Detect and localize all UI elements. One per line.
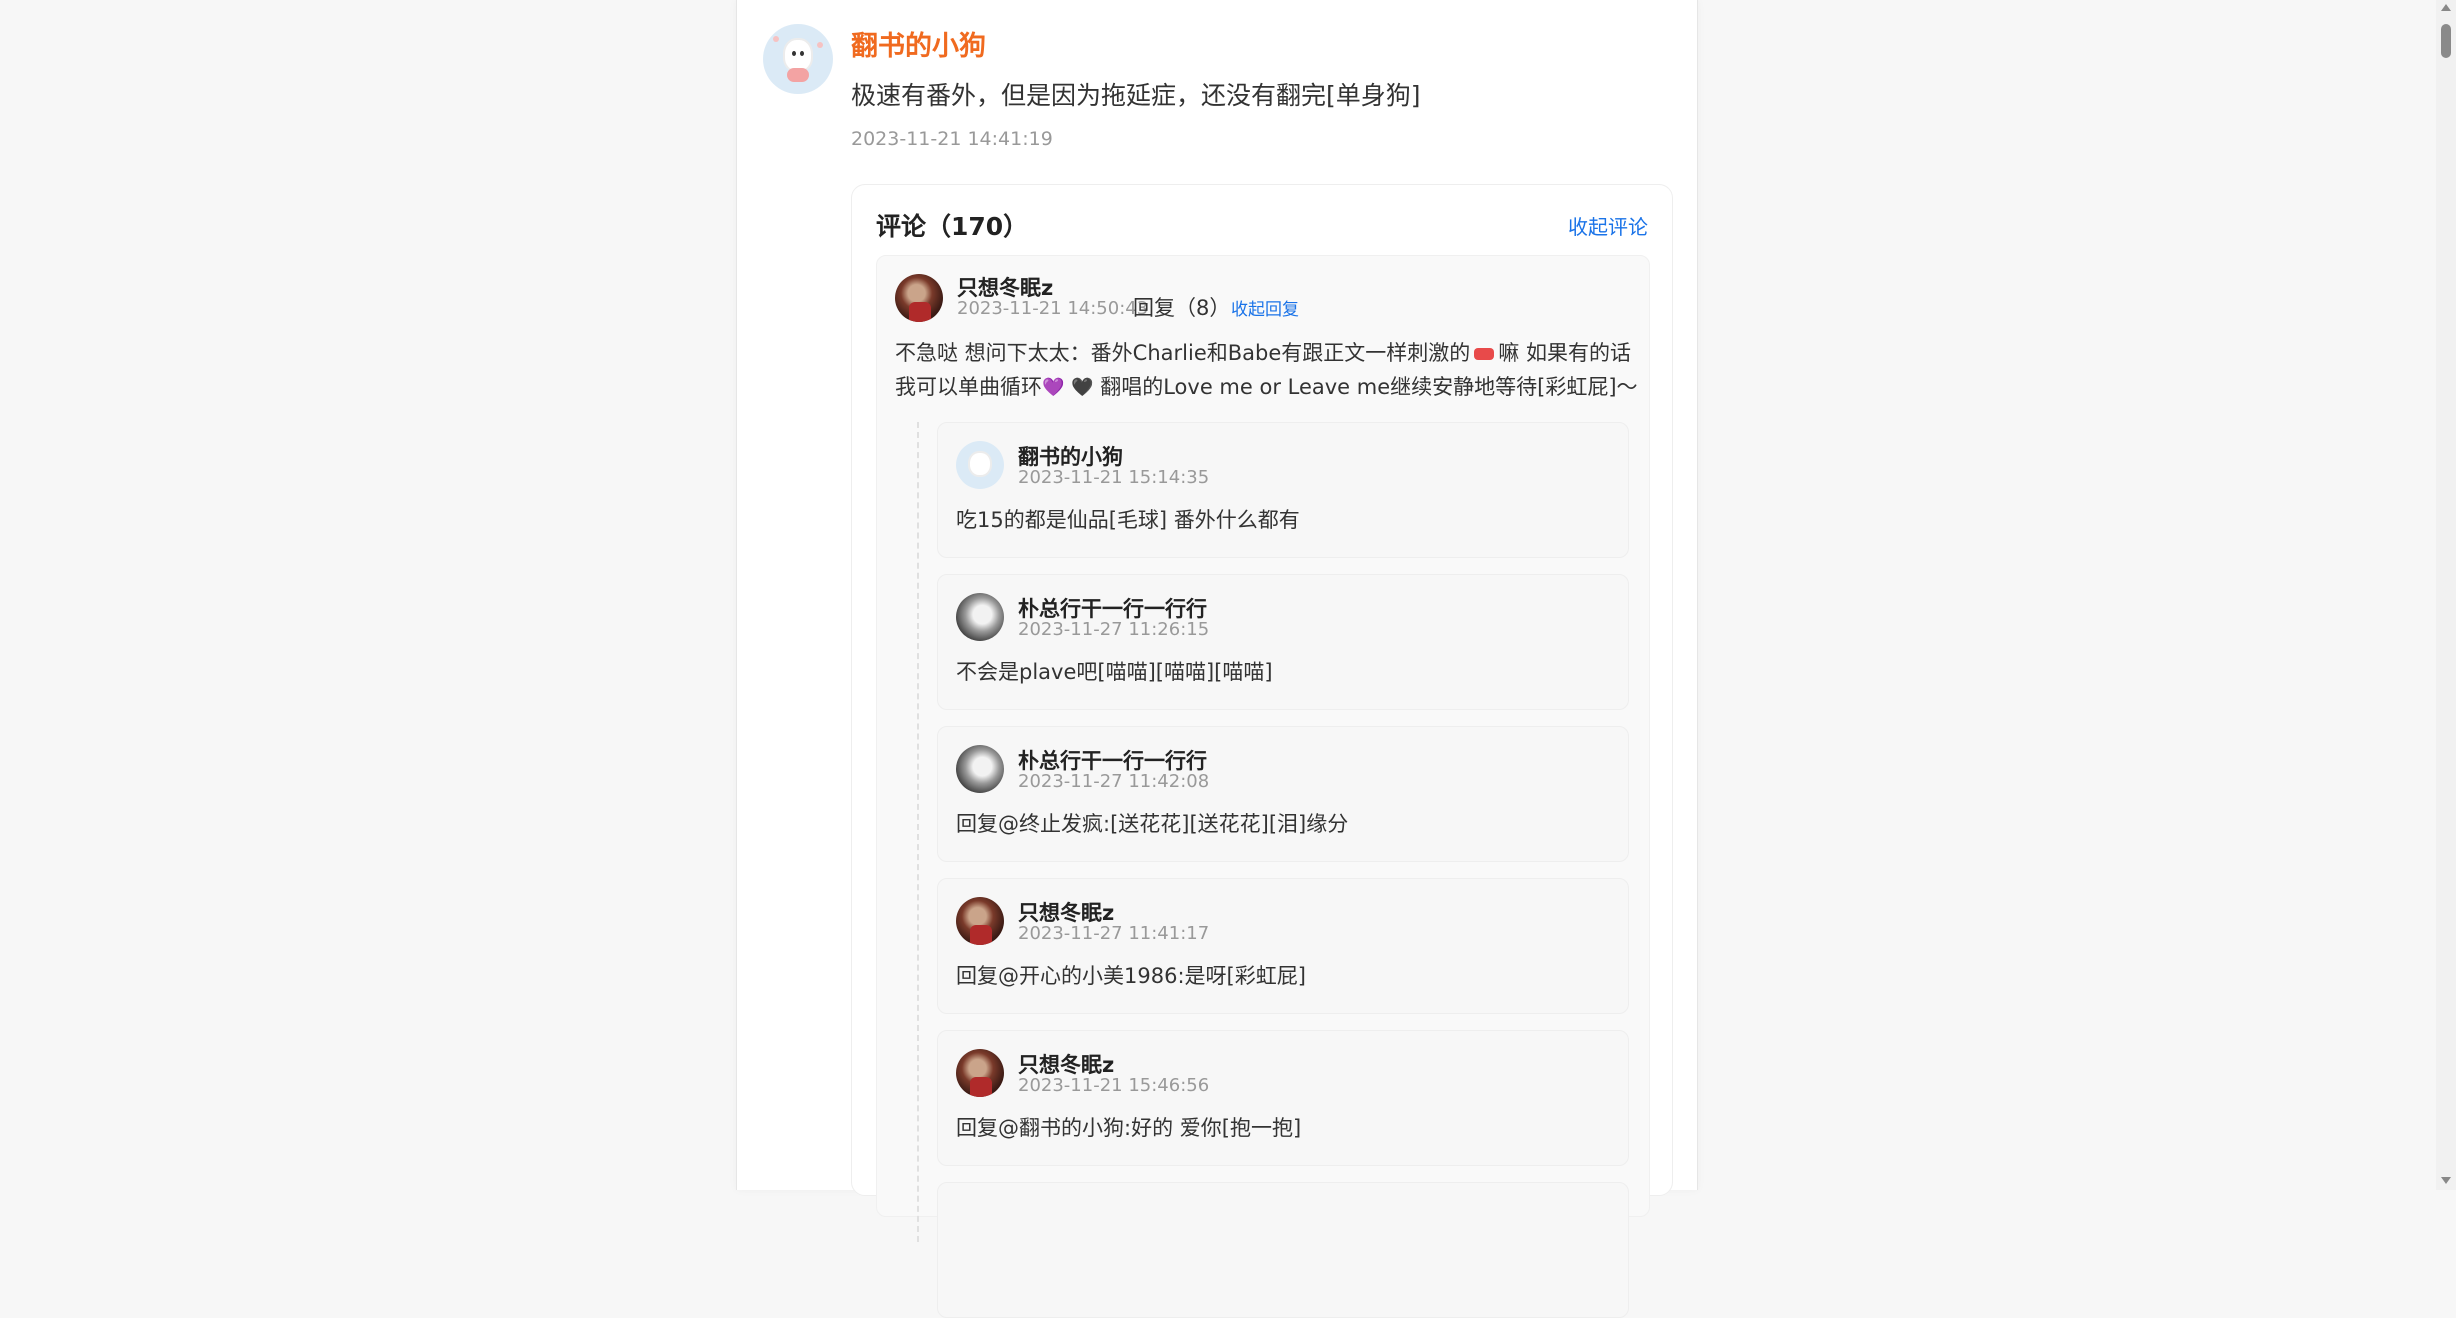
comment-timestamp: 2023-11-21 14:50:43 — [957, 298, 1149, 319]
reply-timestamp: 2023-11-27 11:41:17 — [1018, 923, 1210, 944]
puppy-icon — [785, 40, 811, 70]
reply-text: 回复@翻书的小狗:好的 爱你[抱一抱] — [956, 1116, 1302, 1140]
reply-text: 不会是plave吧[喵喵][喵喵][喵喵] — [956, 660, 1273, 684]
reply-list: 翻书的小狗 2023-11-21 15:14:35 吃15的都是仙品[毛球] 番… — [917, 422, 1629, 1318]
post-author-name[interactable]: 翻书的小狗 — [851, 24, 986, 63]
scroll-down-arrow-icon[interactable] — [2441, 1177, 2451, 1184]
collapse-comments-link[interactable]: 收起评论 — [1568, 211, 1648, 240]
comment-text-part: 翻唱的Love me or Leave me继续安静地等待[彩虹屁]～ — [1100, 375, 1638, 399]
sparkle-icon — [773, 36, 779, 42]
reply-timestamp: 2023-11-27 11:26:15 — [1018, 619, 1210, 640]
eye-icon — [800, 51, 804, 56]
comment-text-part: 嘛 如果有的话 — [1498, 341, 1631, 365]
comment-text-part: 不急哒 想问下太太：番外Charlie和Babe有跟正文一样刺激的 — [895, 341, 1471, 365]
reply-item — [937, 1182, 1629, 1318]
reply-timestamp: 2023-11-21 15:14:35 — [1018, 467, 1210, 488]
reply-avatar[interactable] — [956, 593, 1004, 641]
reply-item: 朴总行干一行一行行 2023-11-27 11:42:08 回复@终止发疯:[送… — [937, 726, 1629, 862]
reply-text: 回复@开心的小美1986:是呀[彩虹屁] — [956, 964, 1306, 988]
commenter-avatar[interactable] — [895, 274, 943, 322]
post-timestamp: 2023-11-21 14:41:19 — [851, 128, 1053, 150]
comment-text: 不急哒 想问下太太：番外Charlie和Babe有跟正文一样刺激的 嘛 如果有的话… — [895, 336, 1645, 405]
reply-timestamp: 2023-11-27 11:42:08 — [1018, 771, 1210, 792]
post-author-avatar[interactable] — [763, 24, 833, 94]
reply-count: 回复（8） — [1133, 296, 1231, 320]
reply-item: 只想冬眠z 2023-11-21 15:46:56 回复@翻书的小狗:好的 爱你… — [937, 1030, 1629, 1166]
black-heart-icon: 🖤 — [1071, 377, 1094, 398]
heart-icon — [787, 68, 809, 82]
collapse-replies-link[interactable]: 收起回复 — [1231, 295, 1299, 320]
comment-thread: 只想冬眠z 2023-11-21 14:50:43 回复（8） 收起回复 不急哒… — [876, 255, 1650, 1318]
reply-avatar[interactable] — [956, 1049, 1004, 1097]
scroll-up-arrow-icon[interactable] — [2441, 4, 2451, 11]
scrollbar-thumb[interactable] — [2441, 24, 2451, 58]
reply-avatar[interactable] — [956, 897, 1004, 945]
reply-text: 吃15的都是仙品[毛球] 番外什么都有 — [956, 508, 1300, 532]
reply-item: 只想冬眠z 2023-11-27 11:41:17 回复@开心的小美1986:是… — [937, 878, 1629, 1014]
reply-avatar[interactable] — [956, 745, 1004, 793]
reply-item: 翻书的小狗 2023-11-21 15:14:35 吃15的都是仙品[毛球] 番… — [937, 422, 1629, 558]
car-emoji-icon — [1474, 348, 1495, 360]
eye-icon — [792, 51, 796, 56]
reply-text: 回复@终止发疯:[送花花][送花花][泪]缘分 — [956, 812, 1349, 836]
reply-avatar[interactable] — [956, 441, 1004, 489]
reply-item: 朴总行干一行一行行 2023-11-27 11:26:15 不会是plave吧[… — [937, 574, 1629, 710]
post-card: 翻书的小狗 极速有番外，但是因为拖延症，还没有翻完[单身狗] 2023-11-2… — [736, 0, 1698, 1318]
comment-text-line: 我可以单曲循环💜 🖤 翻唱的Love me or Leave me继续安静地等待… — [895, 370, 1645, 405]
sparkle-icon — [817, 42, 823, 48]
post-content: 极速有番外，但是因为拖延症，还没有翻完[单身狗] — [851, 81, 1421, 110]
reply-timestamp: 2023-11-21 15:46:56 — [1018, 1075, 1210, 1096]
page-scrollbar[interactable] — [2436, 0, 2456, 1190]
comment-text-part: 我可以单曲循环 — [895, 375, 1042, 399]
comments-title: 评论（170） — [876, 212, 1029, 241]
purple-heart-icon: 💜 — [1042, 377, 1065, 398]
comments-section: 评论（170） 收起评论 只想冬眠z 2023-11-21 14:50:43 回… — [851, 184, 1673, 1318]
